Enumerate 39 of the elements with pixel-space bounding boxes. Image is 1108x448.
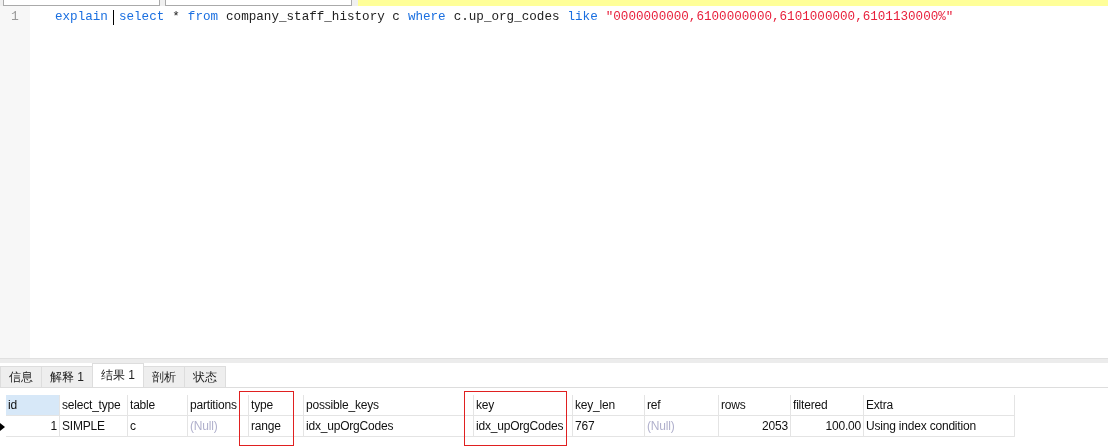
column-header[interactable]: partitions — [188, 395, 249, 416]
table-cell: Using index condition — [864, 416, 1015, 437]
column-header[interactable]: type — [249, 395, 304, 416]
sql-keyword: explain — [55, 9, 108, 25]
column-header[interactable]: select_type — [60, 395, 128, 416]
column-header[interactable]: key — [474, 395, 573, 416]
text-cursor — [112, 9, 114, 25]
line-number: 1 — [10, 9, 20, 25]
sql-keyword: like — [567, 9, 598, 25]
column-header[interactable]: filtered — [791, 395, 864, 416]
table-cell: 1 — [6, 416, 60, 437]
result-tab[interactable]: 信息 — [0, 366, 42, 387]
sql-keyword: select — [118, 9, 165, 25]
column-header[interactable]: id — [6, 395, 60, 416]
sql-text: * — [172, 9, 180, 25]
table-cell: (Null) — [188, 416, 249, 437]
sql-keyword: where — [407, 9, 446, 25]
table-cell: SIMPLE — [60, 416, 128, 437]
column-header[interactable]: table — [128, 395, 188, 416]
table-cell: 767 — [573, 416, 645, 437]
sql-string: "0000000000,6100000000,6101000000,6101130000%" — [605, 9, 954, 25]
column-header[interactable]: ref — [645, 395, 719, 416]
column-header[interactable]: possible_keys — [304, 395, 474, 416]
table-cell: idx_upOrgCodes — [304, 416, 474, 437]
table-cell: 100.00 — [791, 416, 864, 437]
result-tab[interactable]: 状态 — [184, 366, 227, 387]
table-cell: 2053 — [719, 416, 791, 437]
table-cell: range — [249, 416, 304, 437]
table-cell: (Null) — [645, 416, 719, 437]
sql-text: c.up_org_codes — [453, 9, 560, 25]
table-cell: c — [128, 416, 188, 437]
result-tab[interactable]: 解释 1 — [41, 366, 93, 387]
table-cell: idx_upOrgCodes — [474, 416, 573, 437]
sql-text: company_staff_history c — [226, 9, 400, 25]
column-header[interactable]: Extra — [864, 395, 1015, 416]
result-tab[interactable]: 剖析 — [143, 366, 186, 387]
column-header[interactable]: rows — [719, 395, 791, 416]
sql-keyword: from — [187, 9, 219, 25]
column-header[interactable]: key_len — [573, 395, 645, 416]
